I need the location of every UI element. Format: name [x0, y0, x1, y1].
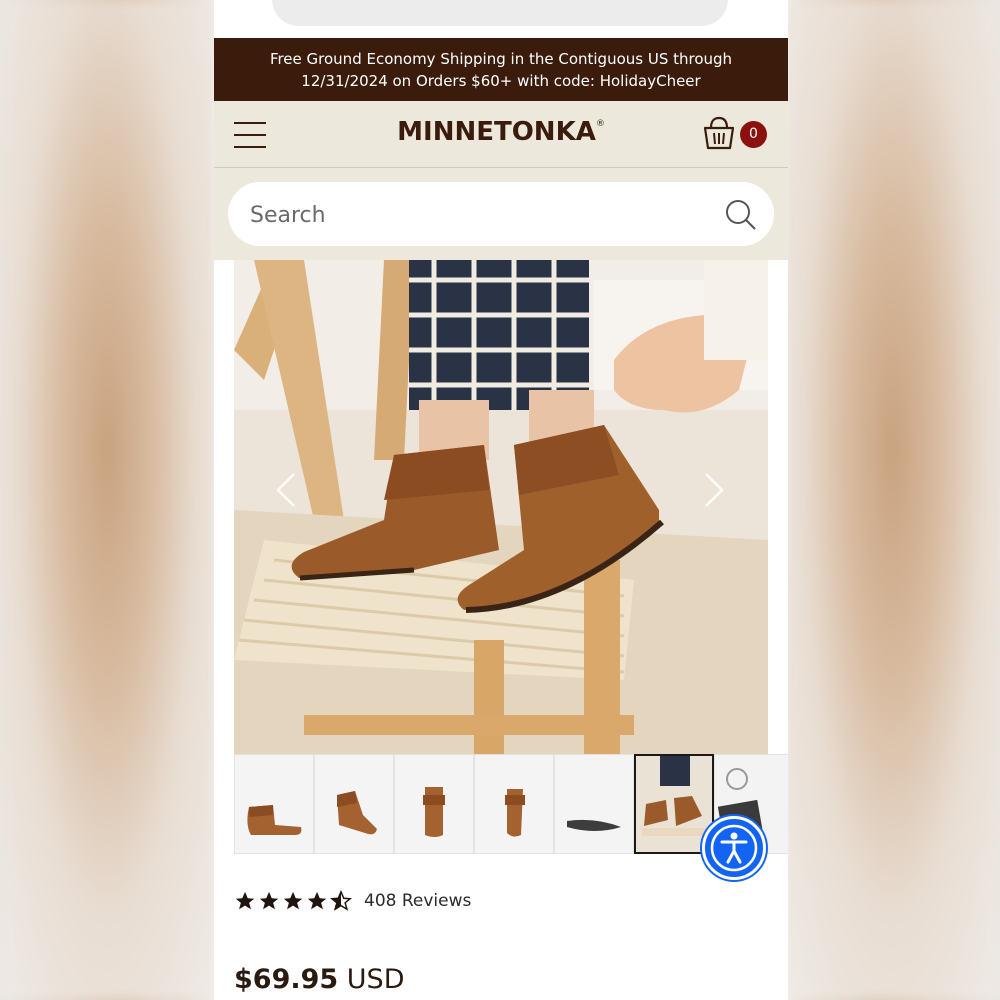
star-rating — [234, 890, 352, 912]
product-hero-image[interactable] — [234, 260, 768, 754]
product-price: $69.95 USD — [234, 964, 405, 995]
thumbnail-1[interactable] — [234, 754, 314, 854]
search-section — [214, 168, 788, 260]
thumbnail-3[interactable] — [394, 754, 474, 854]
promo-line-1: Free Ground Economy Shipping in the Cont… — [269, 49, 733, 68]
promo-line-2: 12/31/2024 on Orders $60+ with code: Hol… — [301, 71, 701, 90]
star-half-icon — [330, 890, 352, 911]
site-header: MINNETONKA® 0 — [214, 101, 788, 168]
browser-bar — [214, 0, 788, 38]
hero-photo — [234, 260, 768, 754]
search-icon[interactable] — [724, 198, 758, 232]
cart-count-badge: 0 — [740, 121, 767, 148]
star-full-icon — [259, 891, 279, 910]
star-full-icon — [307, 891, 327, 910]
price-currency: USD — [346, 964, 405, 995]
review-count-link[interactable]: 408 Reviews — [364, 891, 471, 911]
search-bar — [228, 182, 774, 246]
next-image-icon[interactable] — [698, 470, 728, 510]
price-amount: $69.95 — [234, 964, 339, 995]
search-input[interactable] — [248, 196, 692, 234]
thumbnail-2[interactable] — [314, 754, 394, 854]
cart-icon[interactable] — [702, 115, 736, 151]
thumbnail-5[interactable] — [554, 754, 634, 854]
thumbnail-4[interactable] — [474, 754, 554, 854]
promo-banner: Free Ground Economy Shipping in the Cont… — [214, 38, 788, 101]
mobile-page: Free Ground Economy Shipping in the Cont… — [214, 0, 788, 1000]
address-bar[interactable] — [272, 0, 728, 26]
background-blur-left — [0, 0, 214, 1000]
product-rating: 408 Reviews — [234, 886, 471, 916]
thumbnail-6[interactable] — [634, 754, 714, 854]
previous-image-icon[interactable] — [272, 470, 302, 510]
background-blur-right — [786, 0, 1000, 1000]
accessibility-icon[interactable] — [702, 816, 766, 880]
star-full-icon — [283, 891, 303, 910]
star-full-icon — [235, 891, 255, 910]
